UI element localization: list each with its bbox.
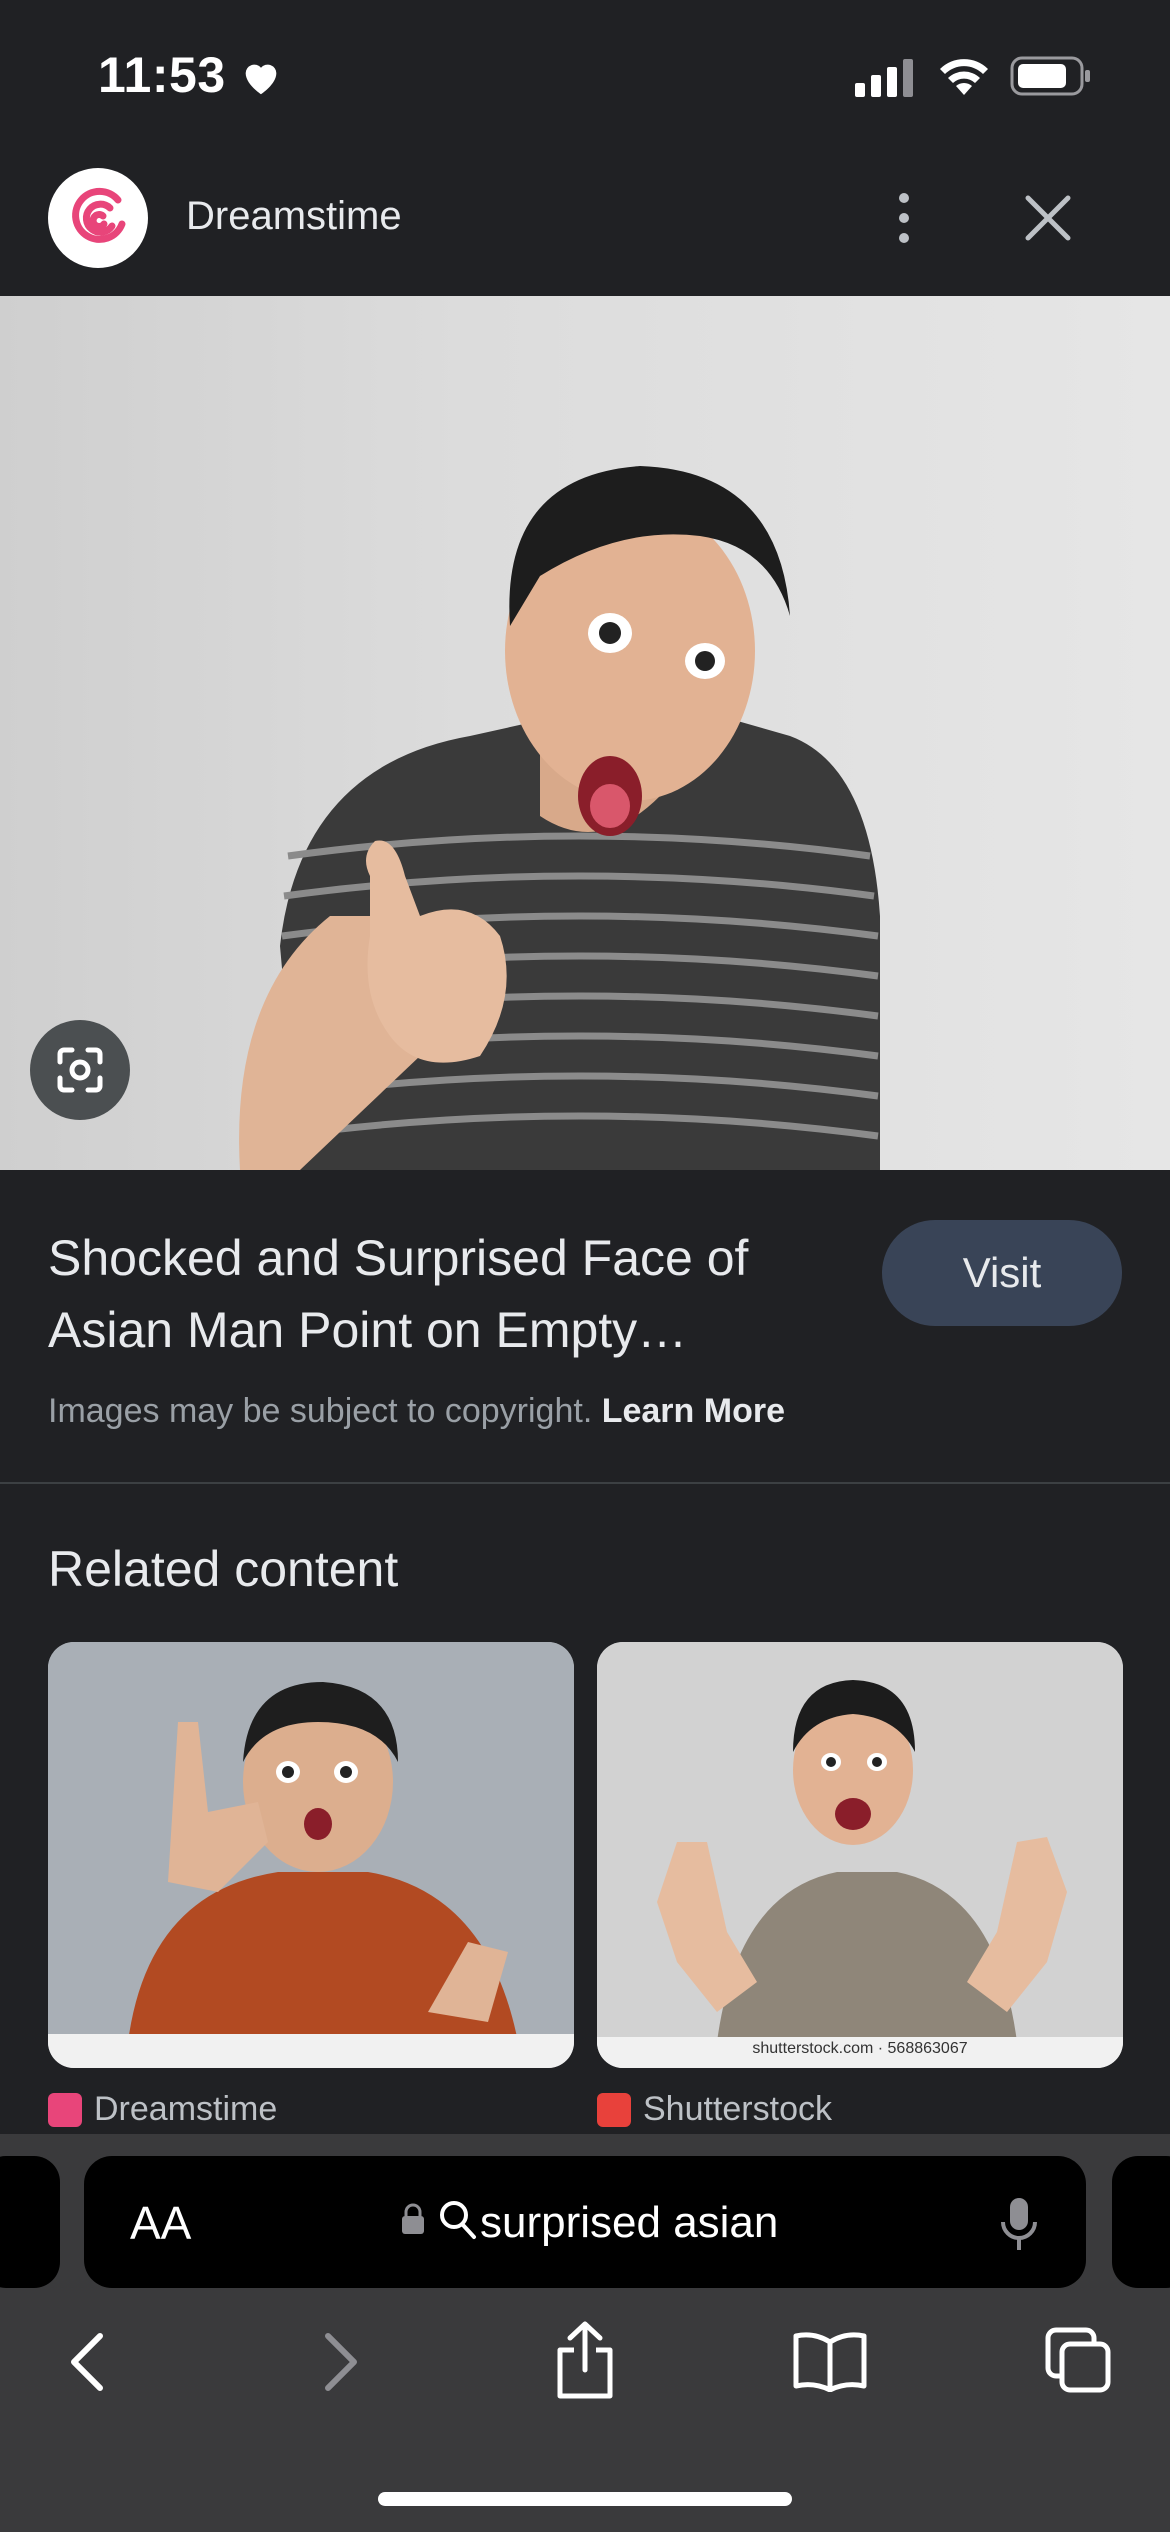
reader-options-button[interactable]: AA	[130, 2196, 191, 2250]
microphone-icon[interactable]	[998, 2194, 1040, 2254]
search-icon	[440, 2201, 476, 2239]
related-source-shutterstock[interactable]: Shutterstock	[597, 2090, 832, 2129]
result-title-line2: Asian Man Point on Empty…	[48, 1302, 688, 1358]
related-content-heading: Related content	[48, 1541, 399, 1597]
result-title[interactable]: Shocked and Surprised Face of Asian Man …	[48, 1222, 848, 1366]
related-source-dreamstime[interactable]: Dreamstime	[48, 2090, 277, 2129]
surprised-man-photo	[239, 466, 880, 1170]
related-item-shutterstock[interactable]: shutterstock.com · 568863067	[597, 1642, 1123, 2068]
forward-icon[interactable]	[318, 2330, 362, 2394]
close-icon[interactable]	[1020, 190, 1076, 246]
next-tab-preview[interactable]	[1112, 2156, 1170, 2288]
dreamstime-favicon-icon	[48, 2092, 82, 2127]
more-options-icon[interactable]	[880, 188, 928, 248]
wifi-icon	[940, 59, 988, 95]
related-image-1	[48, 1642, 574, 2068]
watermark-text: shutterstock.com · 568863067	[752, 2040, 968, 2057]
main-result-image[interactable]	[0, 296, 1170, 1170]
tabs-icon[interactable]	[1044, 2326, 1114, 2396]
battery-icon	[1010, 56, 1090, 96]
divider	[0, 1482, 1170, 1484]
result-title-line1: Shocked and Surprised Face of	[48, 1230, 749, 1286]
related-image-2	[597, 1642, 1123, 2068]
visit-button[interactable]: Visit	[882, 1220, 1122, 1326]
lock-icon	[402, 2203, 424, 2234]
related-source-label: Shutterstock	[643, 2090, 832, 2128]
share-icon[interactable]	[552, 2320, 618, 2400]
search-query-text[interactable]: surprised asian	[480, 2198, 778, 2248]
learn-more-link[interactable]: Learn More	[602, 1392, 785, 1430]
shutterstock-favicon-icon	[597, 2092, 631, 2127]
copyright-notice: Images may be subject to copyright. Lear…	[48, 1392, 785, 1431]
dreamstime-logo[interactable]	[48, 168, 148, 268]
site-name[interactable]: Dreamstime	[186, 194, 402, 239]
bookmarks-icon[interactable]	[792, 2330, 868, 2392]
dreamstime-swirl-icon	[72, 187, 126, 243]
status-time: 11:53	[98, 47, 226, 103]
previous-tab-preview[interactable]	[0, 2156, 60, 2288]
copyright-text: Images may be subject to copyright.	[48, 1392, 593, 1430]
home-indicator[interactable]	[378, 2492, 792, 2506]
cellular-signal-icon	[855, 59, 913, 97]
google-lens-button[interactable]	[30, 1020, 130, 1120]
lens-icon	[57, 1047, 103, 1093]
related-source-label: Dreamstime	[94, 2090, 278, 2128]
back-icon[interactable]	[66, 2330, 110, 2394]
related-item-dreamstime[interactable]	[48, 1642, 574, 2068]
heart-icon	[245, 64, 277, 95]
